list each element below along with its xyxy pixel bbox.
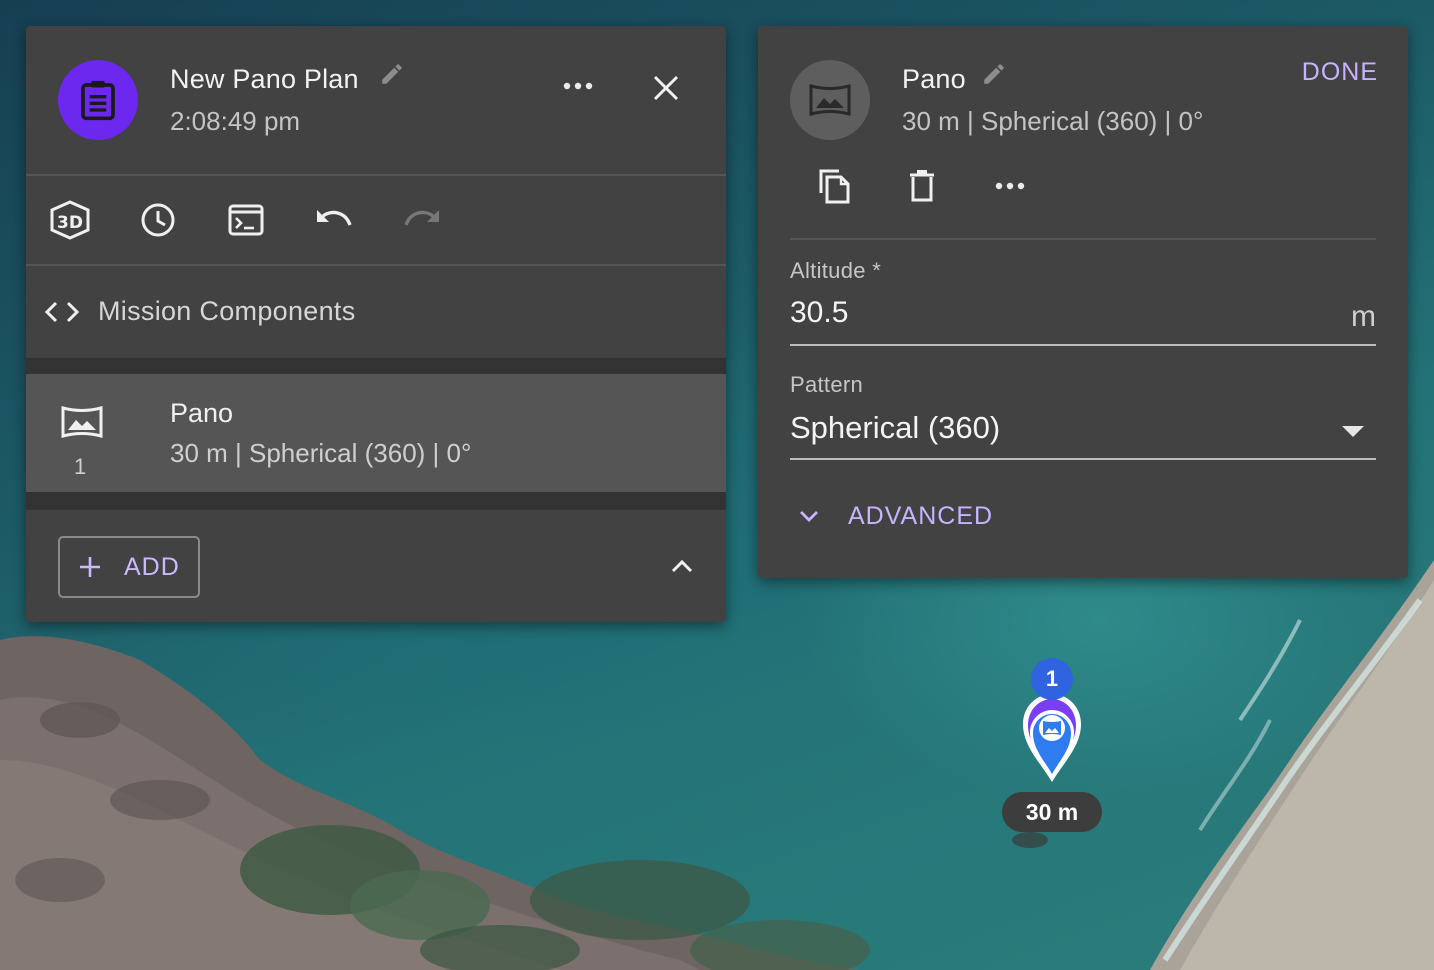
mission-plan-panel: New Pano Plan 2:08:49 pm 3D Mission Comp… [26,26,726,622]
mission-components-label: Mission Components [98,296,356,326]
altitude-value: 30.5 [790,296,849,329]
undo-button[interactable] [310,196,358,244]
duplicate-button[interactable] [810,162,858,210]
3d-view-button[interactable]: 3D [46,196,94,244]
panorama-icon [61,406,103,438]
pano-subtitle: 30 m | Spherical (360) | 0° [902,106,1204,136]
3d-view-icon: 3D [50,200,90,240]
add-button[interactable]: ADD [58,536,200,598]
waypoint-marker[interactable]: 1 30 m [1002,658,1102,834]
edit-pano-title-button[interactable] [980,60,1008,88]
advanced-label: ADVANCED [848,501,994,530]
close-icon [653,75,679,101]
waypoint-altitude-label: 30 m [1002,792,1102,832]
redo-icon [404,210,439,226]
redo-button[interactable] [398,196,446,244]
caret-down-icon [1342,426,1364,437]
console-button[interactable] [222,196,270,244]
plus-icon [78,555,102,579]
trash-icon [910,170,934,202]
clipboard-icon [81,80,115,121]
waypoint-index-badge: 1 [1031,658,1073,700]
collapse-button[interactable] [660,544,704,588]
pattern-label: Pattern [790,372,864,397]
panorama-icon [809,84,851,116]
mission-item-pano[interactable]: 1 Pano 30 m | Spherical (360) | 0° [26,374,726,492]
chevron-down-icon [798,509,832,523]
plan-title: New Pano Plan [170,64,359,94]
section-gap [26,358,726,374]
code-icon-wrapper [42,292,82,332]
undo-icon [317,210,352,226]
close-button[interactable] [642,64,690,112]
done-button[interactable]: DONE [1278,58,1378,94]
advanced-toggle[interactable]: ADVANCED [798,496,993,536]
console-icon [228,204,264,236]
add-button-label: ADD [124,552,180,581]
mission-components-header[interactable]: Mission Components [26,266,726,358]
history-button[interactable] [134,196,182,244]
svg-text:3D: 3D [57,213,83,233]
delete-button[interactable] [898,162,946,210]
plan-more-button[interactable] [552,66,604,106]
header-divider [26,174,726,176]
more-horizontal-icon [995,182,1025,190]
code-icon [44,301,80,323]
plan-time: 2:08:49 pm [170,106,301,136]
section-gap [26,492,726,510]
edit-title-button[interactable] [378,60,406,88]
pencil-icon [382,64,402,84]
chevron-up-icon [671,559,693,573]
pano-detail-panel: Pano 30 m | Spherical (360) | 0° DONE Al… [758,26,1408,578]
clock-icon [141,203,175,237]
altitude-input[interactable]: 30.5 m [790,292,1376,346]
mission-item-title: Pano [170,398,234,428]
pano-title: Pano [902,64,966,94]
panorama-icon-wrapper [56,400,108,444]
mission-item-subtitle: 30 m | Spherical (360) | 0° [170,438,472,468]
altitude-unit: m [1351,300,1376,333]
mission-item-index: 1 [74,454,87,479]
pano-more-button[interactable] [986,162,1034,210]
pano-avatar [790,60,870,140]
altitude-label: Altitude * [790,258,882,283]
copy-icon [819,169,850,204]
more-horizontal-icon [563,82,593,90]
pattern-select[interactable]: Spherical (360) [790,406,1376,460]
pencil-icon [984,64,1004,84]
pattern-value: Spherical (360) [790,410,1001,445]
plan-avatar [58,60,138,140]
pano-divider [790,238,1376,240]
